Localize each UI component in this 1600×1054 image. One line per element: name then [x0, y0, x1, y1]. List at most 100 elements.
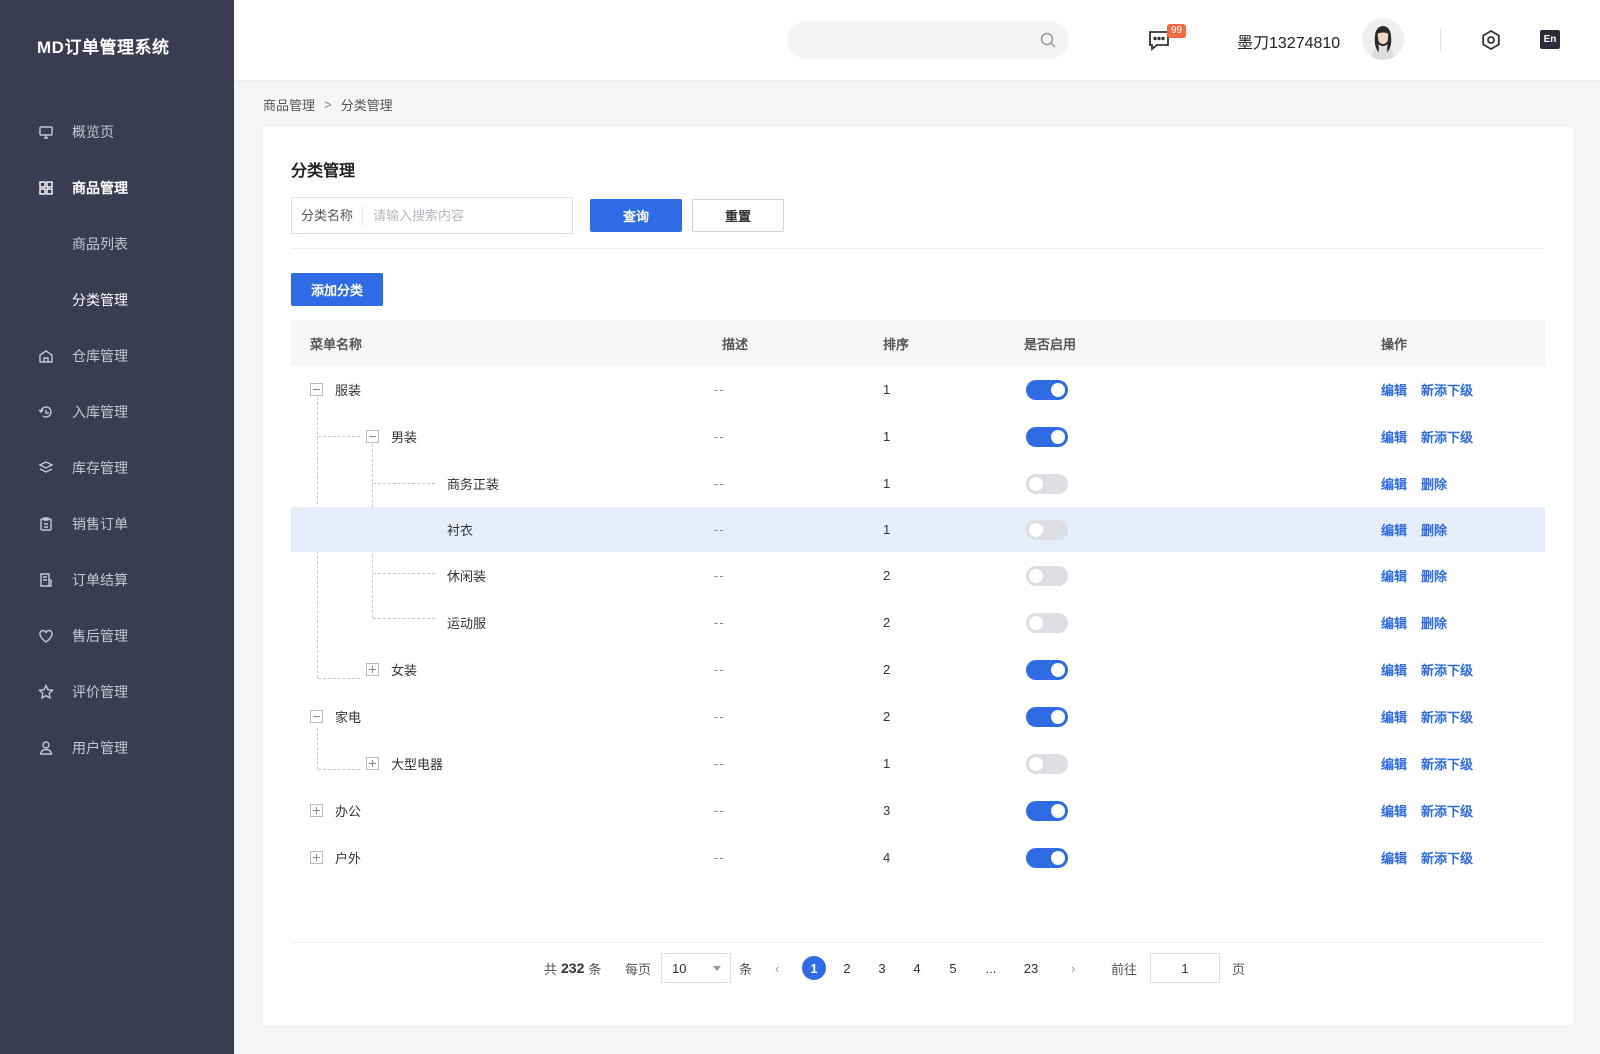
page-number[interactable]: 5 [941, 953, 965, 983]
edit-link[interactable]: 编辑 [1381, 754, 1407, 773]
sidebar-item-reviews[interactable]: 评价管理 [0, 664, 234, 720]
add-child-link[interactable]: 新添下级 [1421, 754, 1473, 773]
sidebar-item-after-sales[interactable]: 售后管理 [0, 608, 234, 664]
sidebar-item-product-list[interactable]: 商品列表 [0, 216, 234, 272]
sidebar-item-label: 仓库管理 [72, 348, 128, 364]
breadcrumb-parent[interactable]: 商品管理 [263, 95, 315, 114]
sidebar-item-label: 概览页 [72, 124, 114, 140]
edit-link[interactable]: 编辑 [1381, 848, 1407, 867]
sidebar-item-products[interactable]: 商品管理 [0, 160, 234, 216]
avatar[interactable] [1362, 18, 1404, 60]
delete-link[interactable]: 删除 [1421, 613, 1447, 632]
page-number-current[interactable]: 1 [802, 956, 826, 980]
query-button[interactable]: 查询 [590, 199, 682, 232]
sidebar-item-overview[interactable]: 概览页 [0, 104, 234, 160]
enable-switch[interactable] [1026, 426, 1068, 447]
category-desc: -- [714, 429, 725, 444]
page-number[interactable]: 4 [905, 953, 929, 983]
enable-switch[interactable] [1026, 659, 1068, 680]
sidebar-item-warehouse[interactable]: 仓库管理 [0, 328, 234, 384]
category-desc: -- [714, 568, 725, 583]
add-child-link[interactable]: 新添下级 [1421, 660, 1473, 679]
page-number[interactable]: 3 [870, 953, 894, 983]
sidebar-item-category[interactable]: 分类管理 [0, 272, 234, 328]
ops-cell: 编辑 删除 [1381, 599, 1461, 646]
edit-link[interactable]: 编辑 [1381, 707, 1407, 726]
category-sort: 2 [883, 568, 891, 583]
receipt-icon [38, 572, 54, 588]
sidebar: MD订单管理系统 概览页 商品管理 商品列表 分类管理 仓库管理 入库管理 库存… [0, 0, 234, 1054]
category-desc: -- [714, 476, 725, 491]
category-desc: -- [714, 850, 725, 865]
enable-cell [1026, 740, 1068, 787]
collapse-toggle[interactable] [310, 383, 323, 396]
enable-switch[interactable] [1026, 706, 1068, 727]
pagination-total: 共 232 条 [544, 953, 601, 983]
enable-switch[interactable] [1026, 473, 1068, 494]
next-page-icon[interactable]: › [1071, 953, 1075, 983]
expand-toggle[interactable] [310, 851, 323, 864]
enable-cell [1026, 507, 1068, 552]
edit-link[interactable]: 编辑 [1381, 427, 1407, 446]
sidebar-item-settlement[interactable]: 订单结算 [0, 552, 234, 608]
edit-link[interactable]: 编辑 [1381, 520, 1407, 539]
category-desc: -- [714, 382, 725, 397]
sidebar-item-users[interactable]: 用户管理 [0, 720, 234, 776]
enable-switch[interactable] [1026, 800, 1068, 821]
add-child-link[interactable]: 新添下级 [1421, 380, 1473, 399]
per-page-select[interactable]: 10 [661, 953, 731, 983]
delete-link[interactable]: 删除 [1421, 566, 1447, 585]
main-card: 分类管理 分类名称 查询 重置 添加分类 菜单名称 描述 排序 是否启用 操作 [263, 127, 1573, 1025]
add-child-link[interactable]: 新添下级 [1421, 427, 1473, 446]
expand-toggle[interactable] [366, 663, 379, 676]
per-page-value: 10 [672, 960, 687, 976]
collapse-toggle[interactable] [366, 430, 379, 443]
total-suffix: 条 [588, 961, 602, 977]
inbound-icon [38, 404, 54, 420]
enable-switch[interactable] [1026, 379, 1068, 400]
reset-button[interactable]: 重置 [692, 199, 784, 232]
prev-page-icon[interactable]: ‹ [775, 953, 779, 983]
collapse-toggle[interactable] [310, 710, 323, 723]
per-page-unit: 条 [739, 961, 753, 977]
expand-toggle[interactable] [366, 757, 379, 770]
table-row: 商务正装 -- 1 编辑 删除 [291, 460, 1545, 507]
expand-toggle[interactable] [310, 804, 323, 817]
language-toggle[interactable]: En [1540, 30, 1560, 49]
sidebar-item-label: 商品列表 [72, 236, 128, 252]
message-badge: 99 [1167, 24, 1187, 38]
enable-switch[interactable] [1026, 612, 1068, 633]
username[interactable]: 墨刀13274810 [1237, 29, 1340, 53]
category-table: 菜单名称 描述 排序 是否启用 操作 服装 -- 1 编辑 新添下级 男装 --… [291, 320, 1545, 881]
category-search-input[interactable] [373, 208, 564, 223]
page-number[interactable]: 23 [1019, 953, 1043, 983]
delete-link[interactable]: 删除 [1421, 520, 1447, 539]
edit-link[interactable]: 编辑 [1381, 801, 1407, 820]
add-category-button[interactable]: 添加分类 [291, 273, 383, 306]
enable-switch[interactable] [1026, 519, 1068, 540]
edit-link[interactable]: 编辑 [1381, 566, 1407, 585]
delete-link[interactable]: 删除 [1421, 474, 1447, 493]
enable-switch[interactable] [1026, 753, 1068, 774]
gear-icon[interactable] [1480, 29, 1502, 51]
category-desc: -- [714, 803, 725, 818]
breadcrumb-current: 分类管理 [340, 98, 393, 113]
add-child-link[interactable]: 新添下级 [1421, 707, 1473, 726]
enable-switch[interactable] [1026, 847, 1068, 868]
search-icon[interactable] [1039, 31, 1057, 49]
edit-link[interactable]: 编辑 [1381, 660, 1407, 679]
enable-switch[interactable] [1026, 565, 1068, 586]
goto-page-input[interactable]: 1 [1150, 953, 1220, 983]
search-input[interactable] [805, 21, 1025, 59]
page-number[interactable]: 2 [835, 953, 859, 983]
sidebar-item-inbound[interactable]: 入库管理 [0, 384, 234, 440]
sidebar-item-sales-orders[interactable]: 销售订单 [0, 496, 234, 552]
ops-cell: 编辑 新添下级 [1381, 366, 1487, 413]
add-child-link[interactable]: 新添下级 [1421, 801, 1473, 820]
sidebar-item-inventory[interactable]: 库存管理 [0, 440, 234, 496]
edit-link[interactable]: 编辑 [1381, 474, 1407, 493]
page-ellipsis[interactable]: ... [979, 953, 1003, 983]
edit-link[interactable]: 编辑 [1381, 613, 1407, 632]
add-child-link[interactable]: 新添下级 [1421, 848, 1473, 867]
edit-link[interactable]: 编辑 [1381, 380, 1407, 399]
